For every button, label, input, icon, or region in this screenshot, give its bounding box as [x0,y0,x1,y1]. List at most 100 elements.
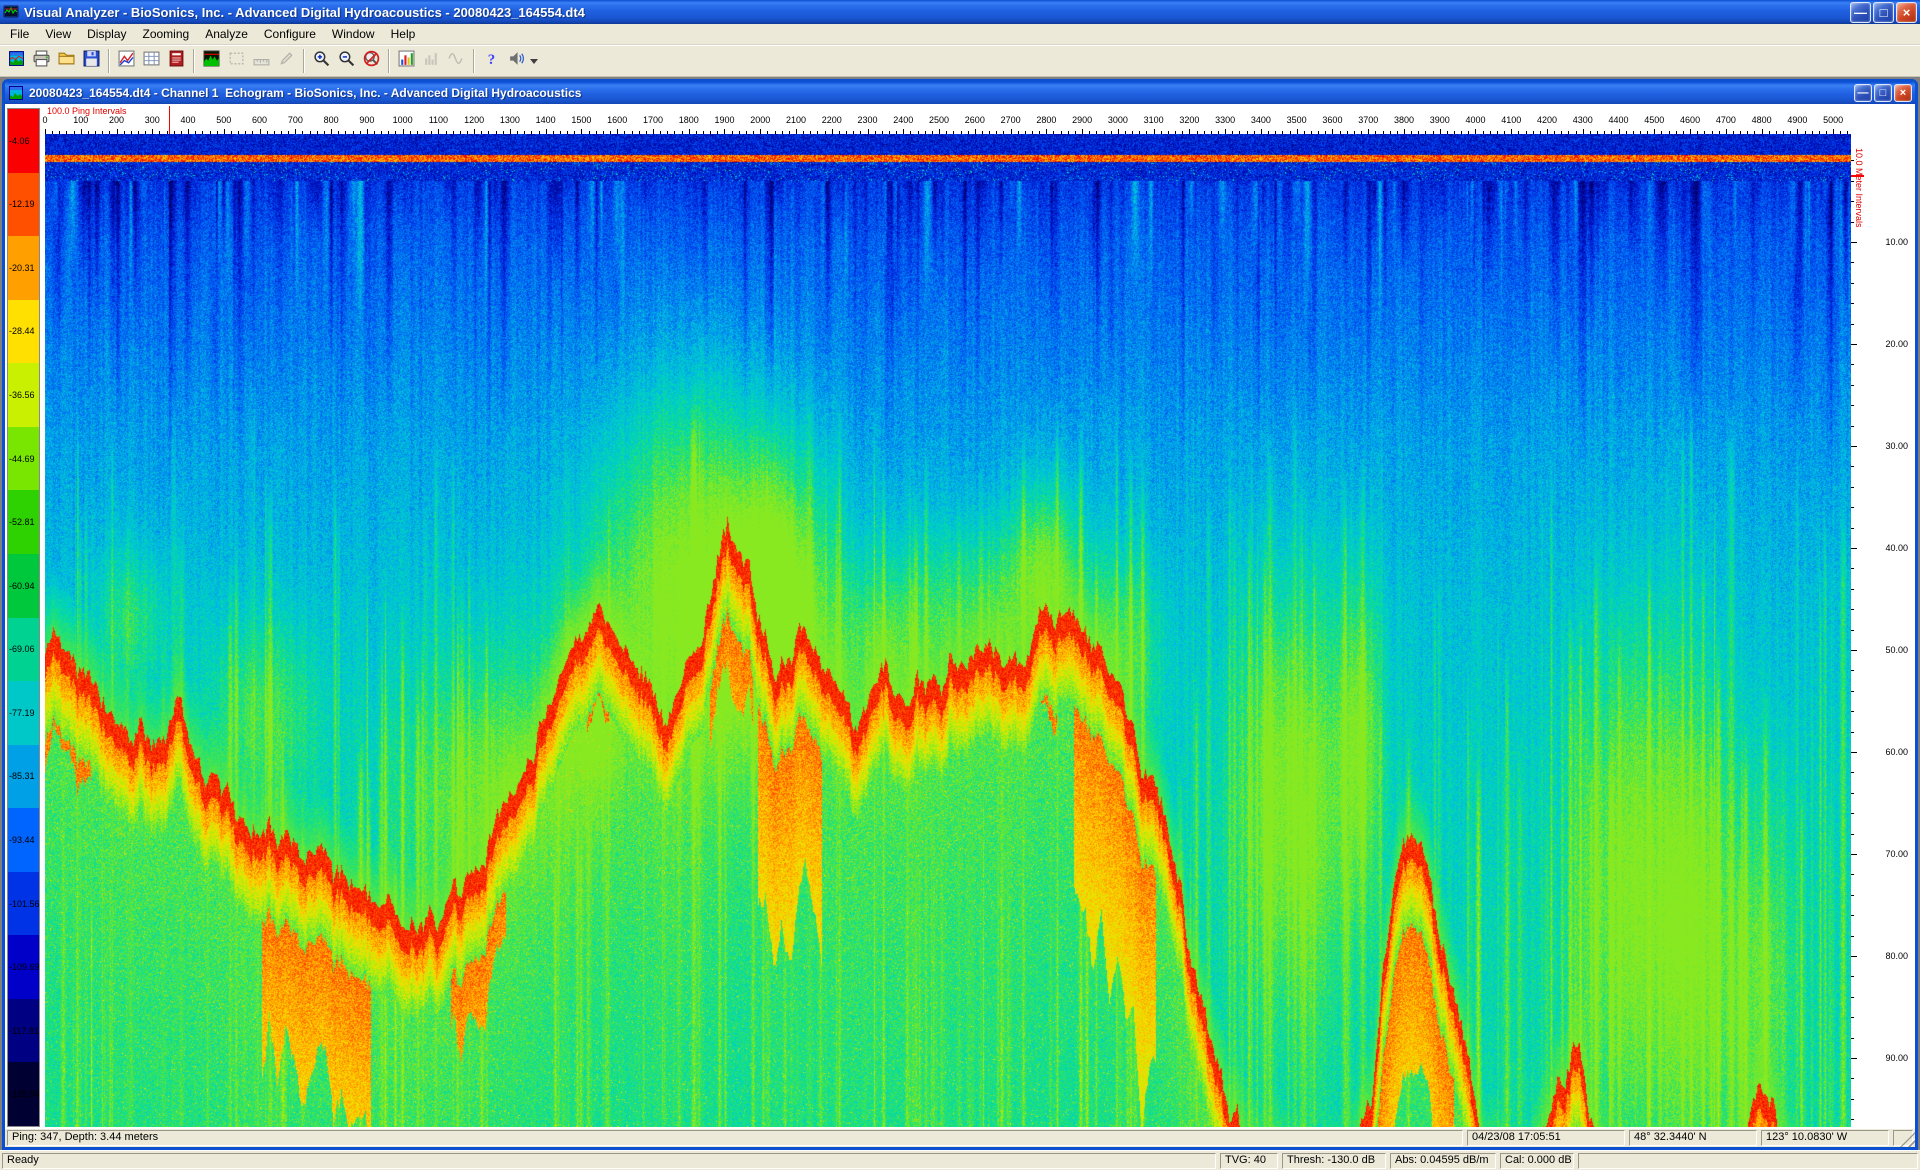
minimize-button[interactable]: — [1850,2,1871,23]
depth-tick-mark [1851,568,1854,569]
echogram-canvas[interactable] [45,134,1851,1127]
zoom-reset-icon [363,50,380,72]
echogram-status-bar: Ping: 347, Depth: 3.44 meters 04/23/08 1… [5,1129,1915,1147]
status-tvg: TVG: 40 [1220,1153,1278,1169]
status-ping-depth: Ping: 347, Depth: 3.44 meters [7,1130,1463,1146]
status-calibration: Cal: 0.000 dB [1500,1153,1574,1169]
ping-tick-label: 4100 [1501,115,1521,125]
ping-tick-label: 1600 [607,115,627,125]
child-minimize-button[interactable]: — [1854,84,1872,102]
color-scale-entry: -12.19 [8,173,39,237]
menu-configure[interactable]: Configure [256,25,324,44]
color-scale-entry: -52.81 [8,490,39,554]
color-scale-label: -12.19 [9,199,35,209]
ping-tick-label: 1700 [643,115,663,125]
ping-tick-label: 2700 [1001,115,1021,125]
depth-tick-mark [1851,834,1854,835]
echogram-window-button[interactable] [4,49,29,74]
close-button[interactable]: × [1896,2,1917,23]
equalizer-button [419,49,444,74]
help-button[interactable]: ? [479,49,504,74]
zoom-out-button[interactable] [334,49,359,74]
window-titlebar: Visual Analyzer - BioSonics, Inc. - Adva… [0,0,1920,24]
depth-tick-label: 80.00 [1885,951,1908,961]
depth-tick-mark [1851,956,1857,957]
depth-tick-mark [1851,630,1854,631]
ping-tick-label: 3200 [1179,115,1199,125]
zoom-in-button[interactable] [309,49,334,74]
child-close-button[interactable]: × [1894,84,1912,102]
sonar-icon [508,50,525,72]
echogram-view: 100.0 Ping Intervals 0100200300400500600… [5,104,1915,1147]
menu-analyze[interactable]: Analyze [197,25,256,44]
ping-tick-label: 5000 [1823,115,1843,125]
echo-view-button[interactable] [199,49,224,74]
ping-tick-label: 2200 [822,115,842,125]
depth-tick-mark [1851,1099,1854,1100]
dropdown-arrow-icon[interactable] [530,59,538,64]
menu-display[interactable]: Display [79,25,134,44]
color-scale-label: -109.69 [9,962,39,972]
ping-tick-label: 1400 [536,115,556,125]
sonar-settings-button[interactable] [504,49,529,74]
status-ready: Ready [2,1153,1216,1169]
depth-tick-mark [1851,813,1854,814]
depth-tick-mark [1851,997,1854,998]
ping-tick-label: 2900 [1072,115,1092,125]
edit-bottom-button [274,49,299,74]
data-grid-button[interactable] [139,49,164,74]
status-filler [1578,1153,1918,1169]
toolbar-separator [473,49,475,73]
color-scale-entry: -60.94 [8,554,39,618]
select-rect-icon [228,50,245,72]
depth-tick-mark [1851,915,1854,916]
open-folder-icon [58,50,75,72]
ping-tick-label: 1000 [393,115,413,125]
menu-bar: FileViewDisplayZoomingAnalyzeConfigureWi… [0,24,1920,45]
depth-tick-mark [1851,201,1854,202]
save-button[interactable] [79,49,104,74]
print-button[interactable] [29,49,54,74]
svg-text:?: ? [488,52,495,67]
line-chart-button[interactable] [114,49,139,74]
color-scale-label: -69.06 [9,644,35,654]
depth-tick-mark [1851,691,1854,692]
color-scale-label: -4.06 [9,136,30,146]
color-scale: -4.06-12.19-20.31-28.44-36.56-44.69-52.8… [7,108,40,1127]
depth-tick-mark [1851,1038,1854,1039]
report-button[interactable] [164,49,189,74]
measure-icon [253,50,270,72]
maximize-button[interactable]: □ [1873,2,1894,23]
color-scale-entry: -28.44 [8,300,39,364]
menu-view[interactable]: View [37,25,79,44]
ping-tick-label: 1200 [464,115,484,125]
menu-zooming[interactable]: Zooming [135,25,198,44]
depth-tick-mark [1851,262,1854,263]
ping-tick-label: 4700 [1716,115,1736,125]
ping-tick-label: 600 [252,115,267,125]
ping-tick-label: 2600 [965,115,985,125]
child-maximize-button[interactable]: □ [1874,84,1892,102]
ping-tick-label: 2800 [1036,115,1056,125]
menu-window[interactable]: Window [324,25,383,44]
menu-help[interactable]: Help [383,25,424,44]
color-scale-label: -101.56 [9,899,39,909]
ping-tick-label: 3100 [1144,115,1164,125]
open-file-button[interactable] [54,49,79,74]
select-region-button [224,49,249,74]
ping-tick-label: 3900 [1430,115,1450,125]
color-scale-entry: -117.81 [8,999,39,1063]
grid-icon [143,50,160,72]
color-scale-entry: -125.94 [8,1062,39,1126]
depth-tick-mark [1851,222,1854,223]
zoom-reset-button[interactable] [359,49,384,74]
menu-file[interactable]: File [2,25,37,44]
save-icon [83,50,100,72]
histogram-button[interactable] [394,49,419,74]
ping-tick-label: 2300 [858,115,878,125]
measure-button [249,49,274,74]
line-chart-icon [118,50,135,72]
ping-axis: 100.0 Ping Intervals 0100200300400500600… [45,106,1851,134]
ping-tick-label: 4300 [1573,115,1593,125]
ping-tick-label: 2000 [750,115,770,125]
